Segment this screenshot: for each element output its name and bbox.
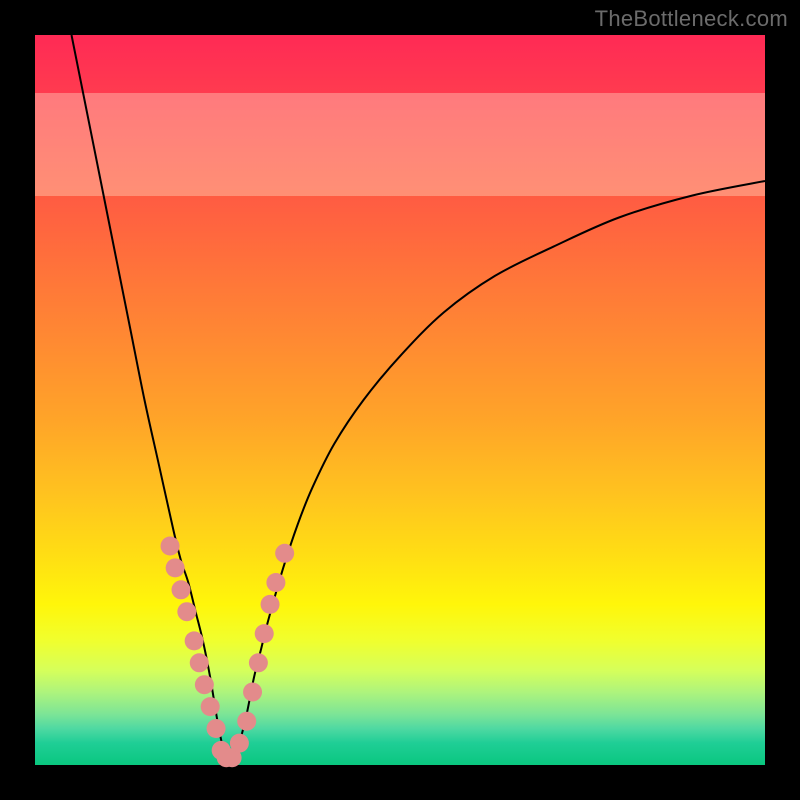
scatter-dot	[190, 653, 209, 672]
scatter-dot	[185, 631, 204, 650]
plot-area	[35, 35, 765, 765]
scatter-dot	[275, 544, 294, 563]
scatter-dot	[266, 573, 285, 592]
scatter-dot	[207, 719, 226, 738]
scatter-dot	[172, 580, 191, 599]
chart-stage: TheBottleneck.com	[0, 0, 800, 800]
watermark-text: TheBottleneck.com	[595, 6, 788, 32]
scatter-dot	[261, 595, 280, 614]
left-curve	[72, 35, 225, 758]
scatter-dot	[195, 675, 214, 694]
curve-layer	[35, 35, 765, 765]
scatter-dot	[249, 653, 268, 672]
scatter-dot	[243, 683, 262, 702]
scatter-dot	[161, 537, 180, 556]
scatter-dot	[177, 602, 196, 621]
scatter-dot	[255, 624, 274, 643]
scatter-dot	[201, 697, 220, 716]
scatter-dot	[230, 734, 249, 753]
scatter-dots	[161, 537, 295, 768]
right-curve	[232, 181, 765, 765]
scatter-dot	[237, 712, 256, 731]
scatter-dot	[166, 558, 185, 577]
